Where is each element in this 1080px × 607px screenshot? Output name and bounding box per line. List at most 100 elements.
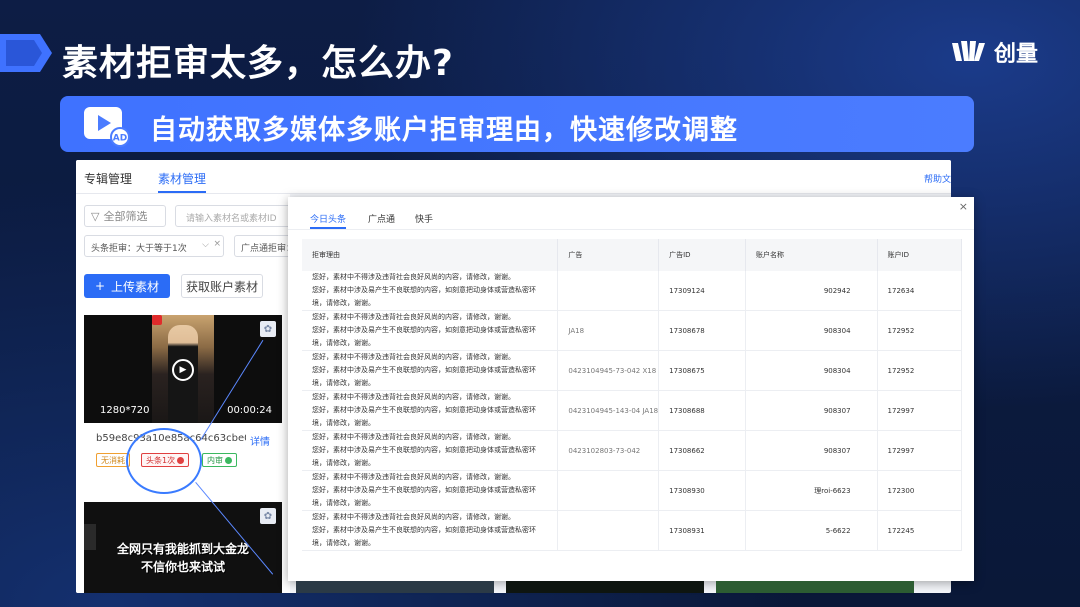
- brand-logo: 创量: [950, 36, 1038, 68]
- video-resolution: 1280*720: [100, 405, 150, 416]
- ad-id-cell: 17308688: [658, 390, 747, 432]
- card2-caption-line2: 不信你也来试试: [140, 560, 225, 574]
- account-id-cell: 172634: [877, 271, 963, 312]
- ad-cell: JA18: [557, 310, 660, 352]
- account-name-cell: 5-6622: [745, 510, 878, 552]
- ad-cell: [557, 510, 660, 552]
- title-accent-mark: [0, 34, 52, 72]
- table-row: 您好，素材中不得涉及违背社会良好风尚的内容，请修改，谢谢。 您好，素材中涉及易产生…: [302, 310, 963, 352]
- video-ad-icon: AD: [84, 107, 130, 147]
- help-link[interactable]: 帮助文: [924, 172, 951, 185]
- column-header-ad: 广告: [557, 239, 660, 271]
- account-id-cell: 172952: [877, 350, 963, 392]
- table-row: 您好，素材中不得涉及违背社会良好风尚的内容，请修改，谢谢。您好，素材中涉及易产生…: [302, 470, 963, 512]
- table-row: 您好，素材中不得涉及违背社会良好风尚的内容，请修改，谢谢。 您好，素材中涉及易产生…: [302, 510, 963, 552]
- clear-icon[interactable]: ×: [213, 239, 221, 249]
- reason-line: 您好，素材中涉及易产生不良联想的内容，如刻意把动身体或营造私密环: [312, 486, 536, 495]
- fetch-account-material-button[interactable]: 获取账户素材: [181, 274, 263, 298]
- reason-line: 您好，素材中涉及易产生不良联想的内容，如刻意把动身体或营造私密环: [312, 446, 536, 455]
- reason-line: 境，请修改，谢谢。: [312, 339, 375, 348]
- reason-line: 境，请修改，谢谢。: [312, 299, 375, 308]
- table-header-row: 拒审理由 广告 广告ID 账户名称 账户ID: [302, 239, 963, 271]
- video-thumbnail[interactable]: ▶ ✿ 1280*720 00:00:24: [84, 315, 282, 423]
- reason-line: 您好，素材中涉及易产生不良联想的内容，如刻意把动身体或营造私密环: [312, 526, 536, 535]
- bottom-thumbnail-strip: [716, 581, 914, 593]
- svg-text:AD: AD: [113, 134, 127, 144]
- reason-line: 您好，素材中不得涉及违背社会良好风尚的内容，请修改，谢谢。: [312, 273, 515, 282]
- reason-cell: 您好，素材中不得涉及违背社会良好风尚的内容，请修改，谢谢。您好，素材中涉及易产生…: [302, 350, 559, 392]
- account-name-cell: 908304: [745, 310, 878, 352]
- account-id-cell: 172245: [877, 510, 963, 552]
- banner-text: 自动获取多媒体多账户拒审理由，快速修改调整: [150, 115, 738, 146]
- ad-id-cell: 17308675: [658, 350, 747, 392]
- plus-icon: +: [94, 279, 106, 293]
- no-spend-tag: 无消耗: [96, 453, 130, 467]
- reason-line: 您好，素材中涉及易产生不良联想的内容，如刻意把动身体或营造私密环: [312, 326, 536, 335]
- active-tab-underline: [158, 191, 206, 193]
- material-search-input[interactable]: 请输入素材名或素材ID: [175, 205, 295, 227]
- ad-cell: [557, 271, 660, 312]
- feature-banner: AD 自动获取多媒体多账户拒审理由，快速修改调整: [60, 96, 974, 152]
- ad-cell: 0423104945-73-042 X18: [557, 350, 660, 392]
- tab-album-management[interactable]: 专辑管理: [84, 170, 132, 187]
- filter-all-button[interactable]: ▽ 全部筛选: [84, 205, 166, 227]
- reason-cell: 您好，素材中不得涉及违背社会良好风尚的内容，请修改，谢谢。您好，素材中涉及易产生…: [302, 390, 559, 432]
- upload-material-label: 上传素材: [111, 279, 160, 294]
- play-icon[interactable]: ▶: [172, 359, 194, 381]
- reason-line: 境，请修改，谢谢。: [312, 459, 375, 468]
- account-id-cell: 172997: [877, 430, 963, 472]
- account-name-cell: 908307: [745, 390, 878, 432]
- reason-line: 境，请修改，谢谢。: [312, 499, 375, 508]
- reason-line: 境，请修改，谢谢。: [312, 379, 375, 388]
- tab-kuaishou[interactable]: 快手: [415, 212, 433, 225]
- platform-badge-icon: [152, 315, 162, 325]
- upload-material-button[interactable]: + 上传素材: [84, 274, 170, 298]
- ad-id-cell: 17308930: [658, 470, 747, 512]
- chevron-down-icon: ⌵: [202, 240, 209, 250]
- account-name-cell: 908307: [745, 430, 878, 472]
- material-card-2[interactable]: ✿ 全网只有我能抓到大金龙 不信你也来试试: [84, 502, 282, 593]
- ad-id-cell: 17308662: [658, 430, 747, 472]
- video-duration: 00:00:24: [227, 405, 272, 416]
- detail-link[interactable]: 详情: [250, 433, 270, 448]
- table-row: 您好，素材中不得涉及违背社会良好风尚的内容，请修改，谢谢。您好，素材中涉及易产生…: [302, 430, 963, 472]
- account-id-cell: 172997: [877, 390, 963, 432]
- toutiao-reject-select-value: 头条拒审：大于等于1次: [91, 244, 187, 254]
- rejection-table: 拒审理由 广告 广告ID 账户名称 账户ID 您好，素材中不得涉及违背社会良好风…: [302, 239, 963, 552]
- close-icon[interactable]: ×: [959, 200, 968, 213]
- account-id-cell: 172952: [877, 310, 963, 352]
- material-list-column: ▽ 全部筛选 请输入素材名或素材ID 头条拒审：大于等于1次 ⌵ × 广点通拒审…: [76, 194, 314, 593]
- toutiao-reject-select[interactable]: 头条拒审：大于等于1次 ⌵ ×: [84, 235, 224, 257]
- tab-divider: [288, 229, 974, 230]
- internal-review-tag: 内审: [202, 453, 237, 467]
- favorite-icon[interactable]: ✿: [260, 508, 276, 524]
- tab-material-management[interactable]: 素材管理: [158, 170, 206, 187]
- reason-cell: 您好，素材中不得涉及违背社会良好风尚的内容，请修改，谢谢。您好，素材中涉及易产生…: [302, 470, 559, 512]
- ad-cell: [557, 470, 660, 512]
- reason-cell: 您好，素材中不得涉及违背社会良好风尚的内容，请修改，谢谢。您好，素材中涉及易产生…: [302, 430, 559, 472]
- brand-name: 创量: [993, 42, 1038, 67]
- rejection-reasons-modal: × 今日头条 广点通 快手 拒审理由 广告 广告ID 账户名称 账户ID 您好，…: [288, 197, 974, 581]
- reason-line: 您好，素材中不得涉及违背社会良好风尚的内容，请修改，谢谢。: [312, 473, 515, 482]
- reason-cell: 您好，素材中不得涉及违背社会良好风尚的内容，请修改，谢谢。 您好，素材中涉及易产生…: [302, 510, 559, 552]
- reason-line: 您好，素材中涉及易产生不良联想的内容，如刻意把动身体或营造私密环: [312, 366, 536, 375]
- tab-guangdiantong[interactable]: 广点通: [368, 212, 395, 225]
- reason-line: 境，请修改，谢谢。: [312, 419, 375, 428]
- table-row: 您好，素材中不得涉及违背社会良好风尚的内容，请修改，谢谢。您好，素材中涉及易产生…: [302, 350, 963, 392]
- approved-dot-icon: [225, 457, 232, 464]
- account-name-cell: 908304: [745, 350, 878, 392]
- account-name-cell: 理roi-6623: [745, 470, 878, 512]
- ad-cell: 0423104945-143-04 JA18: [557, 390, 660, 432]
- chuangliang-logo-icon: [951, 41, 985, 61]
- ad-cell: 0423102803-73-042: [557, 430, 660, 472]
- reason-line: 您好，素材中不得涉及违背社会良好风尚的内容，请修改，谢谢。: [312, 433, 515, 442]
- reason-line: 您好，素材中涉及易产生不良联想的内容，如刻意把动身体或营造私密环: [312, 406, 536, 415]
- bottom-thumbnail-strip: [506, 581, 704, 593]
- reason-line: 您好，素材中不得涉及违背社会良好风尚的内容，请修改，谢谢。: [312, 353, 515, 362]
- ad-id-cell: 17308931: [658, 510, 747, 552]
- reason-line: 您好，素材中不得涉及违背社会良好风尚的内容，请修改，谢谢。: [312, 393, 515, 402]
- favorite-icon[interactable]: ✿: [260, 321, 276, 337]
- filter-icon: ▽: [91, 209, 100, 223]
- tab-toutiao[interactable]: 今日头条: [310, 212, 346, 225]
- column-header-account-id: 账户ID: [877, 239, 963, 271]
